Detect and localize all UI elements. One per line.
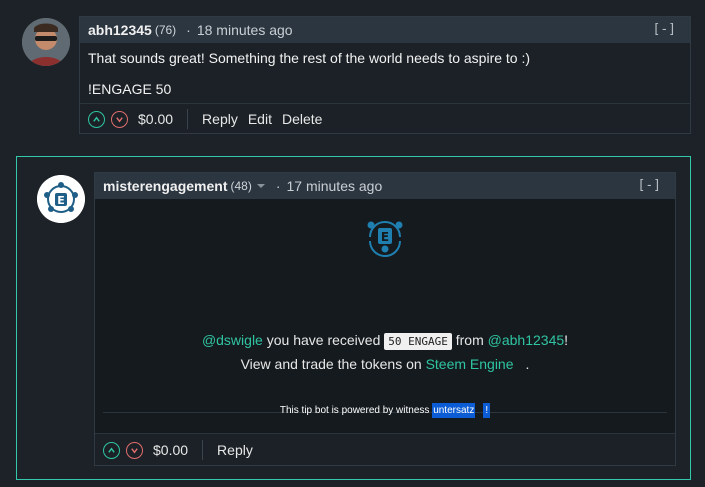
tip-text: ! (564, 332, 569, 348)
powered-text: ! (483, 403, 491, 418)
downvote-button[interactable] (111, 110, 128, 128)
chevron-up-icon (108, 447, 115, 453)
tip-text: . (525, 356, 530, 372)
reputation: (48) (230, 179, 252, 193)
comment-header: misterengagement (48) · 17 minutes ago [… (95, 173, 675, 199)
divider (202, 440, 204, 460)
comment-header: abh12345 (76) · 18 minutes ago [-] (80, 17, 690, 43)
collapse-button[interactable]: [-] (638, 178, 661, 193)
comment-line: !ENGAGE 50 (88, 81, 172, 97)
witness-link[interactable]: untersatz (432, 403, 476, 418)
chevron-down-icon (131, 447, 138, 453)
engage-logo-icon: E (37, 175, 85, 223)
reply-button[interactable]: Reply (202, 111, 238, 127)
separator-dot: · (275, 178, 281, 194)
separator-dot: · (186, 22, 191, 38)
powered-by-line: This tip bot is powered by witness unter… (95, 403, 675, 418)
dropdown-caret-icon[interactable] (256, 182, 266, 190)
amount-code: 50 ENGAGE (384, 333, 452, 350)
author-name[interactable]: abh12345 (88, 22, 152, 38)
timestamp[interactable]: 18 minutes ago (197, 22, 293, 38)
comment-body: E @dswigle you have received 50 ENGAGE f… (95, 199, 675, 433)
comment-misterengagement: misterengagement (48) · 17 minutes ago [… (94, 172, 676, 466)
tip-text: from (451, 332, 488, 348)
comment-footer: $0.00 Reply (95, 433, 675, 466)
avatar-abh12345[interactable] (22, 18, 70, 66)
chevron-up-icon (93, 116, 100, 122)
timestamp[interactable]: 17 minutes ago (287, 178, 383, 194)
avatar-misterengagement[interactable]: E (37, 175, 85, 223)
reply-button[interactable]: Reply (217, 442, 253, 458)
steem-engine-link[interactable]: Steem Engine (426, 356, 514, 372)
delete-button[interactable]: Delete (282, 111, 322, 127)
divider (187, 109, 189, 129)
payout-value[interactable]: $0.00 (138, 111, 173, 127)
downvote-button[interactable] (126, 441, 143, 459)
comment-footer: $0.00 Reply Edit Delete (80, 103, 690, 134)
recipient-link[interactable]: @dswigle (202, 332, 263, 348)
comment-line: That sounds great! Something the rest of… (88, 50, 531, 66)
author-name[interactable]: misterengagement (103, 178, 227, 194)
user-photo-icon (22, 18, 70, 66)
payout-value[interactable]: $0.00 (153, 442, 188, 458)
sender-link[interactable]: @abh12345 (488, 332, 565, 348)
comment-body: That sounds great! Something the rest of… (80, 43, 690, 97)
svg-text:E: E (381, 230, 389, 244)
tip-message: @dswigle you have received 50 ENGAGE fro… (95, 329, 675, 375)
tip-text: you have received (262, 332, 385, 348)
edit-button[interactable]: Edit (248, 111, 272, 127)
tip-text: View and trade the tokens on (240, 356, 426, 372)
comment-abh12345: abh12345 (76) · 18 minutes ago [-] That … (79, 16, 691, 134)
tip-line-2: View and trade the tokens on Steem Engin… (95, 353, 675, 375)
reputation: (76) (154, 23, 177, 37)
powered-text: This tip bot is powered by witness (279, 405, 433, 416)
upvote-button[interactable] (103, 441, 120, 459)
chevron-down-icon (116, 116, 123, 122)
engage-logo-icon: E (367, 221, 403, 257)
svg-text:E: E (57, 194, 65, 207)
collapse-button[interactable]: [-] (653, 22, 676, 37)
tip-line-1: @dswigle you have received 50 ENGAGE fro… (95, 329, 675, 353)
upvote-button[interactable] (88, 110, 105, 128)
